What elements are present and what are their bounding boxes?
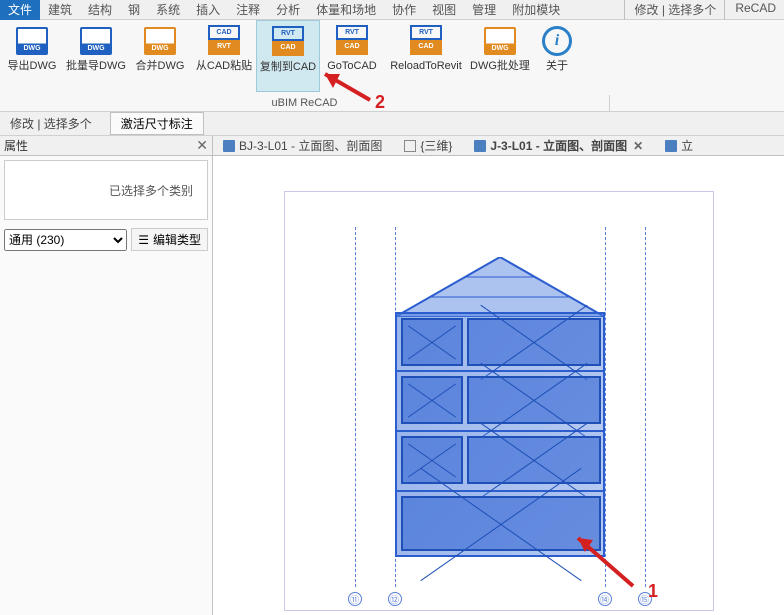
- menu-analyze[interactable]: 分析: [268, 0, 308, 20]
- sheet-icon: [223, 140, 235, 152]
- menu-massing[interactable]: 体量和场地: [308, 0, 384, 20]
- properties-title: 属性: [4, 137, 28, 154]
- ribbon: DWG 导出DWG DWG 批量导DWG DWG 合并DWG CADRVT 从C…: [0, 20, 784, 112]
- cube-icon: [404, 140, 416, 152]
- menu-insert[interactable]: 插入: [188, 0, 228, 20]
- properties-type-selector[interactable]: 已选择多个类别: [4, 160, 208, 220]
- menu-file[interactable]: 文件: [0, 0, 40, 20]
- floor-3: [395, 372, 605, 432]
- workspace: 属性 ✕ 已选择多个类别 通用 (230) ☰ 编辑类型 BJ-3-L01 - …: [0, 136, 784, 615]
- cad-paste-icon: CADRVT: [207, 24, 241, 58]
- menu-systems[interactable]: 系统: [148, 0, 188, 20]
- dwg-export-icon: DWG: [15, 24, 49, 58]
- annotation-arrow-1: [563, 526, 643, 596]
- edit-type-icon: ☰: [138, 233, 149, 247]
- properties-panel: 属性 ✕ 已选择多个类别 通用 (230) ☰ 编辑类型: [0, 136, 213, 615]
- btn-copy-to-cad[interactable]: RVTCAD 复制到CAD: [256, 20, 320, 92]
- drawing-canvas[interactable]: ⑪ ⑫ ⑭ ⑮: [213, 156, 784, 615]
- menu-view[interactable]: 视图: [424, 0, 464, 20]
- btn-merge-dwg[interactable]: DWG 合并DWG: [128, 20, 192, 92]
- view-tab-j3l01[interactable]: J-3-L01 - 立面图、剖面图 ✕: [470, 137, 647, 154]
- view-tab-3d[interactable]: {三维}: [400, 137, 456, 154]
- reload-revit-icon: RVTCAD: [409, 24, 443, 58]
- view-tab-bar: BJ-3-L01 - 立面图、剖面图 {三维} J-3-L01 - 立面图、剖面…: [213, 136, 784, 156]
- main-menubar: 文件 建筑 结构 钢 系统 插入 注释 分析 体量和场地 协作 视图 管理 附加…: [0, 0, 784, 20]
- btn-dwg-batch-process[interactable]: DWG DWG批处理: [468, 20, 532, 92]
- dwg-batchproc-icon: DWG: [483, 24, 517, 58]
- sheet-frame: ⑪ ⑫ ⑭ ⑮: [284, 191, 714, 611]
- building-selection[interactable]: [395, 312, 605, 557]
- btn-reload-to-revit[interactable]: RVTCAD ReloadToRevit: [384, 20, 468, 92]
- menu-addins[interactable]: 附加模块: [504, 0, 568, 20]
- btn-edit-type[interactable]: ☰ 编辑类型: [131, 228, 208, 251]
- btn-activate-dimension[interactable]: 激活尺寸标注: [110, 112, 204, 135]
- view-tab-bj3l01[interactable]: BJ-3-L01 - 立面图、剖面图: [219, 137, 386, 154]
- dwg-batch-icon: DWG: [79, 24, 113, 58]
- btn-paste-from-cad[interactable]: CADRVT 从CAD粘贴: [192, 20, 256, 92]
- menu-steel[interactable]: 钢: [120, 0, 148, 20]
- btn-about[interactable]: i 关于: [532, 20, 582, 92]
- menu-architecture[interactable]: 建筑: [40, 0, 80, 20]
- context-crumb: 修改 | 选择多个: [0, 113, 102, 134]
- sheet-icon: [474, 140, 486, 152]
- menu-manage[interactable]: 管理: [464, 0, 504, 20]
- properties-close-icon[interactable]: ✕: [196, 137, 208, 154]
- view-area: BJ-3-L01 - 立面图、剖面图 {三维} J-3-L01 - 立面图、剖面…: [213, 136, 784, 615]
- menu-recad[interactable]: ReCAD: [724, 0, 784, 20]
- view-tab-close-icon[interactable]: ✕: [633, 139, 643, 153]
- roof-icon: [395, 257, 605, 317]
- dwg-merge-icon: DWG: [143, 24, 177, 58]
- grid-bubble-11: ⑪: [348, 592, 362, 606]
- menu-annotate[interactable]: 注释: [228, 0, 268, 20]
- context-bar: 修改 | 选择多个 激活尺寸标注: [0, 112, 784, 136]
- ribbon-group-caption: uBIM ReCAD: [0, 95, 610, 111]
- menu-structure[interactable]: 结构: [80, 0, 120, 20]
- btn-export-dwg[interactable]: DWG 导出DWG: [0, 20, 64, 92]
- cad-copy-icon: RVTCAD: [271, 25, 305, 59]
- annotation-number-2: 2: [375, 92, 385, 113]
- properties-instance-select[interactable]: 通用 (230): [4, 229, 127, 251]
- grid-bubble-12: ⑫: [388, 592, 402, 606]
- floor-2: [395, 432, 605, 492]
- annotation-number-1: 1: [648, 581, 658, 602]
- info-icon: i: [540, 24, 574, 58]
- menu-modify[interactable]: 修改 | 选择多个: [624, 0, 725, 20]
- view-tab-extra[interactable]: 立: [661, 137, 697, 154]
- btn-batch-export-dwg[interactable]: DWG 批量导DWG: [64, 20, 128, 92]
- sheet-icon: [665, 140, 677, 152]
- menu-collab[interactable]: 协作: [384, 0, 424, 20]
- goto-cad-icon: RVTCAD: [335, 24, 369, 58]
- floor-4: [395, 312, 605, 372]
